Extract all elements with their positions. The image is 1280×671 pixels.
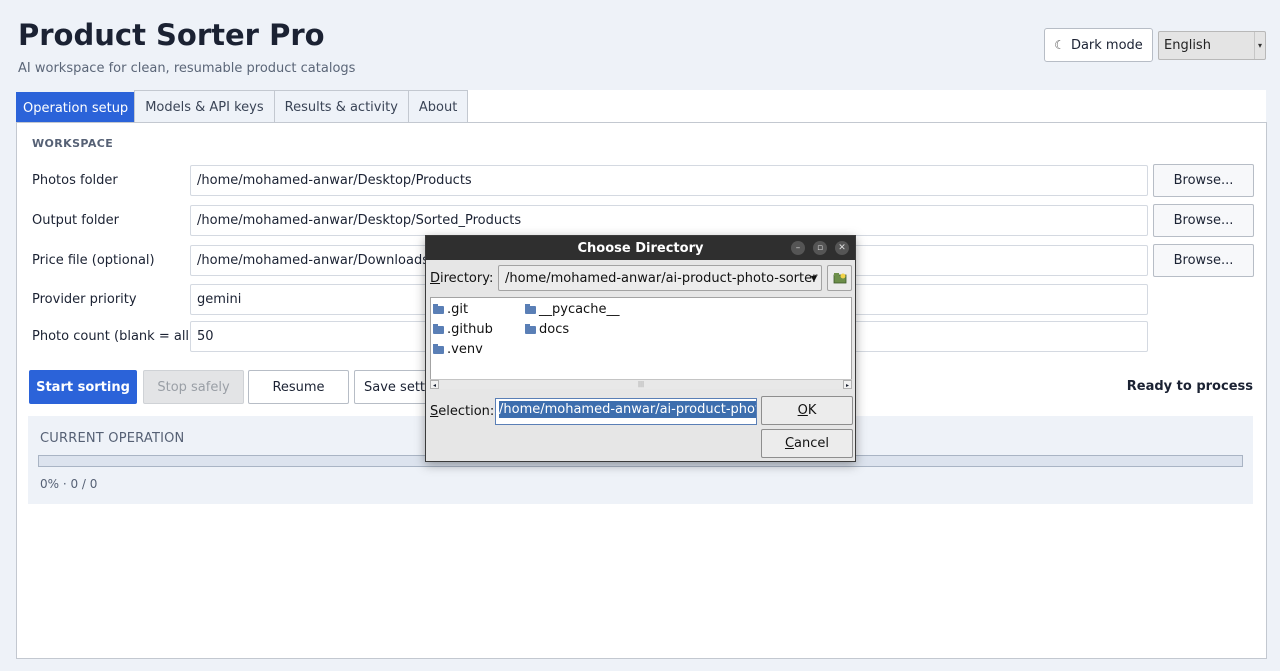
start-sorting-button[interactable]: Start sorting	[29, 370, 137, 404]
selection-value: /home/mohamed-anwar/ai-product-photo-sor…	[499, 401, 756, 418]
stop-safely-button[interactable]: Stop safely	[143, 370, 244, 404]
output-folder-input[interactable]: /home/mohamed-anwar/Desktop/Sorted_Produ…	[190, 205, 1148, 236]
cancel-button[interactable]: Cancel	[761, 429, 853, 458]
tab-bar: Operation setup Models & API keys Result…	[16, 90, 469, 123]
folder-name: docs	[539, 322, 570, 337]
folder-icon	[433, 343, 444, 354]
folder-list[interactable]: .git .github .venv __pycache__ docs	[430, 297, 852, 389]
list-item[interactable]: .git	[433, 302, 468, 317]
minimize-icon[interactable]: –	[791, 241, 805, 255]
status-text: Ready to process	[1126, 379, 1253, 394]
directory-label-rest: irectory:	[440, 271, 494, 286]
language-value: English	[1164, 38, 1211, 53]
folder-icon	[525, 303, 536, 314]
directory-value: /home/mohamed-anwar/ai-product-photo-sor…	[505, 271, 818, 286]
resume-button[interactable]: Resume	[248, 370, 349, 404]
folder-name: __pycache__	[539, 302, 620, 317]
cancel-first-letter: C	[784, 436, 795, 451]
tab-about[interactable]: About	[407, 90, 469, 123]
new-folder-icon[interactable]	[827, 265, 852, 291]
folder-name: .git	[447, 302, 469, 317]
list-item[interactable]: __pycache__	[525, 302, 619, 317]
selection-label: Selection:	[430, 404, 495, 419]
horizontal-scrollbar[interactable]: ◂ ||| ▸	[430, 379, 852, 389]
workspace-section-label: WORKSPACE	[32, 137, 114, 150]
chevron-down-icon: ▼	[810, 274, 817, 283]
language-select[interactable]: English ▾	[1158, 31, 1266, 60]
directory-combo[interactable]: /home/mohamed-anwar/ai-product-photo-sor…	[498, 265, 822, 291]
ok-rest: K	[807, 403, 817, 418]
ok-first-letter: O	[797, 403, 808, 418]
directory-label: Directory:	[430, 271, 494, 286]
save-settings-button[interactable]: Save settings	[354, 370, 434, 404]
scroll-right-icon[interactable]: ▸	[843, 380, 852, 389]
cancel-rest: ancel	[794, 436, 830, 451]
moon-icon: ☾	[1054, 38, 1065, 52]
price-file-label: Price file (optional)	[32, 253, 155, 268]
ok-button[interactable]: OK	[761, 396, 853, 425]
selection-label-rest: election:	[438, 404, 495, 419]
list-item[interactable]: docs	[525, 322, 569, 337]
current-operation-label: CURRENT OPERATION	[40, 431, 185, 446]
maximize-icon[interactable]: ▫	[813, 241, 827, 255]
scroll-left-icon[interactable]: ◂	[430, 380, 439, 389]
scroll-grip-icon[interactable]: |||	[638, 381, 644, 388]
app-title: Product Sorter Pro	[18, 18, 325, 52]
output-folder-label: Output folder	[32, 213, 120, 228]
tab-results-activity[interactable]: Results & activity	[273, 90, 409, 123]
close-icon[interactable]: ✕	[835, 241, 849, 255]
folder-icon	[433, 323, 444, 334]
photos-browse-button[interactable]: Browse...	[1153, 164, 1254, 197]
photo-count-label: Photo count (blank = all)	[32, 329, 195, 344]
dialog-title: Choose Directory	[577, 240, 704, 256]
tab-bar-fill	[455, 90, 1266, 122]
selection-input[interactable]: /home/mohamed-anwar/ai-product-photo-sor…	[495, 398, 757, 425]
choose-directory-dialog: Choose Directory – ▫ ✕ Directory: /home/…	[425, 235, 856, 462]
output-browse-button[interactable]: Browse...	[1153, 204, 1254, 237]
list-item[interactable]: .github	[433, 322, 493, 337]
folder-name: .github	[447, 322, 493, 337]
folder-icon	[433, 303, 444, 314]
price-browse-button[interactable]: Browse...	[1153, 244, 1254, 277]
chevron-down-icon: ▾	[1254, 32, 1265, 59]
provider-priority-label: Provider priority	[32, 292, 137, 307]
folder-icon	[525, 323, 536, 334]
list-item[interactable]: .venv	[433, 342, 483, 357]
tab-operation-setup[interactable]: Operation setup	[16, 92, 136, 123]
dark-mode-label: Dark mode	[1070, 37, 1143, 53]
dark-mode-button[interactable]: ☾ Dark mode	[1044, 28, 1153, 62]
folder-name: .venv	[447, 342, 483, 357]
tab-models-api-keys[interactable]: Models & API keys	[134, 90, 275, 123]
photos-folder-label: Photos folder	[32, 173, 118, 188]
progress-text: 0% · 0 / 0	[40, 477, 98, 491]
app-subtitle: AI workspace for clean, resumable produc…	[18, 61, 356, 76]
photos-folder-input[interactable]: /home/mohamed-anwar/Desktop/Products	[190, 165, 1148, 196]
